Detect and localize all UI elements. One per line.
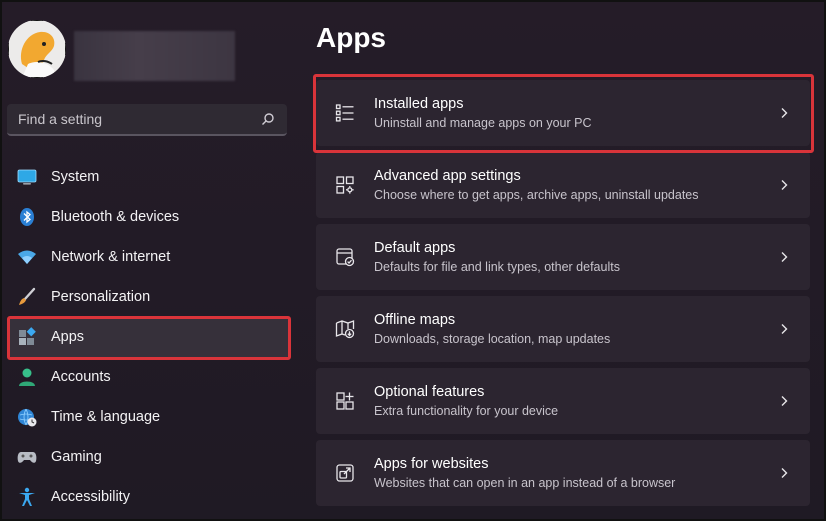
accessibility-icon — [17, 487, 37, 507]
card-apps-for-websites[interactable]: Apps for websites Websites that can open… — [316, 440, 810, 506]
wifi-icon — [17, 247, 37, 267]
sidebar: System Bluetooth & devices Network & int… — [0, 0, 300, 521]
card-subtitle: Choose where to get apps, archive apps, … — [374, 188, 699, 202]
sidebar-item-label: System — [51, 169, 100, 185]
sidebar-item-time-language[interactable]: Time & language — [7, 397, 291, 437]
sidebar-item-label: Accounts — [51, 369, 111, 385]
main-content: Apps Installed apps Uninstall and manage… — [300, 0, 826, 521]
sidebar-item-label: Bluetooth & devices — [51, 209, 180, 225]
card-subtitle: Websites that can open in an app instead… — [374, 476, 676, 490]
card-subtitle: Extra functionality for your device — [374, 404, 559, 418]
card-optional-features[interactable]: Optional features Extra functionality fo… — [316, 368, 810, 434]
user-name-redacted — [74, 31, 235, 81]
default-apps-icon — [333, 245, 357, 269]
sidebar-item-label: Gaming — [51, 449, 102, 465]
card-title: Offline maps — [374, 312, 456, 328]
sidebar-item-label: Apps — [51, 329, 85, 345]
sidebar-item-accounts[interactable]: Accounts — [7, 357, 291, 397]
card-subtitle: Downloads, storage location, map updates — [374, 332, 611, 346]
sidebar-item-label: Personalization — [51, 289, 151, 305]
card-title: Default apps — [374, 240, 456, 256]
optional-features-icon — [333, 389, 357, 413]
list-icon — [333, 101, 357, 125]
open-external-icon — [333, 461, 357, 485]
page-title: Apps — [316, 22, 386, 53]
search-input[interactable] — [18, 111, 238, 127]
bluetooth-icon — [17, 207, 37, 227]
sidebar-item-accessibility[interactable]: Accessibility — [7, 477, 291, 517]
avatar[interactable] — [8, 20, 66, 78]
chevron-right-icon — [781, 180, 788, 190]
card-advanced-app-settings[interactable]: Advanced app settings Choose where to ge… — [316, 152, 810, 218]
card-title: Optional features — [374, 384, 485, 400]
monitor-icon — [17, 167, 37, 187]
chevron-right-icon — [781, 396, 788, 406]
card-title: Installed apps — [374, 96, 464, 112]
apps-icon — [17, 327, 37, 347]
card-installed-apps[interactable]: Installed apps Uninstall and manage apps… — [316, 80, 810, 146]
settings-window: System Bluetooth & devices Network & int… — [0, 0, 826, 521]
sidebar-item-system[interactable]: System — [7, 157, 291, 197]
gamepad-icon — [17, 447, 37, 467]
globe-clock-icon — [17, 407, 37, 427]
chevron-right-icon — [781, 324, 788, 334]
chevron-right-icon — [781, 252, 788, 262]
sidebar-item-label: Network & internet — [51, 249, 171, 265]
sidebar-item-bluetooth[interactable]: Bluetooth & devices — [7, 197, 291, 237]
app-settings-icon — [333, 173, 357, 197]
sidebar-item-network[interactable]: Network & internet — [7, 237, 291, 277]
search-box[interactable] — [7, 104, 287, 136]
card-offline-maps[interactable]: Offline maps Downloads, storage location… — [316, 296, 810, 362]
map-icon — [333, 317, 357, 341]
sidebar-item-gaming[interactable]: Gaming — [7, 437, 291, 477]
sidebar-item-apps[interactable]: Apps — [7, 317, 291, 357]
card-subtitle: Uninstall and manage apps on your PC — [374, 116, 592, 130]
sidebar-nav: System Bluetooth & devices Network & int… — [7, 157, 291, 517]
sidebar-item-personalization[interactable]: Personalization — [7, 277, 291, 317]
chevron-right-icon — [781, 468, 788, 478]
person-icon — [17, 367, 37, 387]
avatar-image-icon — [8, 20, 66, 78]
sidebar-item-label: Time & language — [51, 409, 161, 425]
card-default-apps[interactable]: Default apps Defaults for file and link … — [316, 224, 810, 290]
card-title: Advanced app settings — [374, 168, 521, 184]
chevron-right-icon — [781, 108, 788, 118]
card-title: Apps for websites — [374, 456, 489, 472]
search-icon[interactable] — [261, 112, 275, 126]
sidebar-item-label: Accessibility — [51, 489, 130, 505]
card-subtitle: Defaults for file and link types, other … — [374, 260, 620, 274]
brush-icon — [17, 287, 37, 307]
